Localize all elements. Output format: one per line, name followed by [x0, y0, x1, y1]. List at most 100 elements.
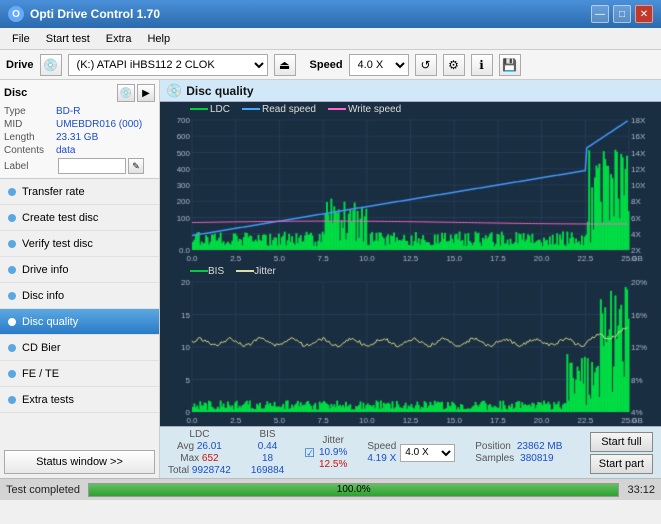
ldc-total: Total 9928742 — [168, 465, 231, 476]
nav-create-test-disc[interactable]: Create test disc — [0, 205, 159, 231]
bis-stats: BIS 0.44 18 169884 — [251, 429, 284, 476]
stats-bar: LDC Avg 26.01 Max 652 Total 9928742 BIS … — [160, 426, 661, 478]
nav-extra-tests[interactable]: Extra tests — [0, 387, 159, 413]
position-key: Position — [475, 441, 511, 452]
jitter-checkbox-icon[interactable]: ☑ — [304, 446, 315, 460]
progress-text: 100.0% — [89, 484, 618, 496]
speed-stat-val: 4.19 X — [367, 453, 396, 464]
sidebar: Disc 💿 ▶ Type BD-R MID UMEBDR016 (000) L… — [0, 80, 160, 478]
bottom-chart: BIS Jitter — [160, 264, 661, 426]
time-text: 33:12 — [627, 484, 655, 496]
disc-icon-2[interactable]: ▶ — [137, 84, 155, 102]
nav-dot — [8, 188, 16, 196]
disc-quality-title: Disc quality — [186, 84, 253, 98]
nav-dot — [8, 266, 16, 274]
chart-legend-top: LDC Read speed Write speed — [190, 104, 401, 115]
start-part-button[interactable]: Start part — [590, 454, 653, 474]
nav-verify-test-disc-label: Verify test disc — [22, 238, 93, 250]
nav-cd-bier[interactable]: CD Bier — [0, 335, 159, 361]
disc-icon-1[interactable]: 💿 — [117, 84, 135, 102]
samples-value: 380819 — [520, 453, 553, 464]
drive-select[interactable]: (K:) ATAPI iHBS112 2 CLOK — [68, 54, 268, 76]
maximize-button[interactable]: □ — [613, 5, 631, 23]
nav-disc-quality-label: Disc quality — [22, 316, 78, 328]
window-controls: — □ ✕ — [591, 5, 653, 23]
contents-value: data — [56, 145, 75, 156]
drive-disc-icon: 💿 — [40, 54, 62, 76]
content-area: 💿 Disc quality LDC Read speed Write spee… — [160, 80, 661, 478]
nav-disc-quality[interactable]: Disc quality — [0, 309, 159, 335]
jitter-stats: Jitter 10.9% 12.5% — [319, 435, 347, 470]
top-chart: LDC Read speed Write speed — [160, 102, 661, 264]
nav-transfer-rate[interactable]: Transfer rate — [0, 179, 159, 205]
nav-drive-info-label: Drive info — [22, 264, 68, 276]
disc-panel: Disc 💿 ▶ Type BD-R MID UMEBDR016 (000) L… — [0, 80, 159, 179]
nav-dot — [8, 318, 16, 326]
nav-dot — [8, 214, 16, 222]
drive-toolbar: Drive 💿 (K:) ATAPI iHBS112 2 CLOK ⏏ Spee… — [0, 50, 661, 80]
minimize-button[interactable]: — — [591, 5, 609, 23]
disc-info-icon-btn[interactable]: ℹ — [471, 54, 493, 76]
eject-button[interactable]: ⏏ — [274, 54, 296, 76]
disc-quality-header: 💿 Disc quality — [160, 80, 661, 102]
type-key: Type — [4, 106, 56, 117]
bottom-bar: Test completed 100.0% 33:12 — [0, 478, 661, 500]
nav-fe-te-label: FE / TE — [22, 368, 59, 380]
nav-drive-info[interactable]: Drive info — [0, 257, 159, 283]
charts-container: LDC Read speed Write speed BIS Jitter — [160, 102, 661, 426]
bis-avg: 0.44 — [251, 441, 284, 452]
ldc-max: Max 652 — [168, 453, 231, 464]
app-icon: O — [8, 6, 24, 22]
chart-legend-bottom: BIS Jitter — [190, 266, 276, 277]
jitter-avg: 10.9% — [319, 447, 347, 458]
speed-stat-label: Speed — [367, 441, 396, 452]
disc-title: Disc — [4, 87, 27, 99]
close-button[interactable]: ✕ — [635, 5, 653, 23]
ldc-avg: Avg 26.01 — [168, 441, 231, 452]
nav-create-test-disc-label: Create test disc — [22, 212, 98, 224]
jitter-max: 12.5% — [319, 459, 347, 470]
jitter-section: ☑ Jitter 10.9% 12.5% — [304, 435, 347, 470]
label-input[interactable] — [58, 158, 126, 174]
nav-dot — [8, 370, 16, 378]
ldc-stats: LDC Avg 26.01 Max 652 Total 9928742 — [168, 429, 231, 476]
length-key: Length — [4, 132, 56, 143]
nav-disc-info[interactable]: Disc info — [0, 283, 159, 309]
length-value: 23.31 GB — [56, 132, 98, 143]
bis-header: BIS — [251, 429, 284, 440]
settings-button[interactable]: ⚙ — [443, 54, 465, 76]
menu-extra[interactable]: Extra — [98, 31, 140, 47]
status-text: Test completed — [6, 484, 80, 496]
speed-label: Speed — [310, 59, 343, 71]
label-edit-button[interactable]: ✎ — [128, 158, 144, 174]
start-full-button[interactable]: Start full — [590, 432, 653, 452]
save-button[interactable]: 💾 — [499, 54, 521, 76]
speed-section: Speed 4.19 X 4.0 X — [367, 441, 455, 464]
menu-bar: File Start test Extra Help — [0, 28, 661, 50]
refresh-button[interactable]: ↺ — [415, 54, 437, 76]
bottom-chart-canvas — [160, 264, 661, 426]
nav-transfer-rate-label: Transfer rate — [22, 186, 85, 198]
nav-fe-te[interactable]: FE / TE — [0, 361, 159, 387]
bis-total: 169884 — [251, 465, 284, 476]
nav-disc-info-label: Disc info — [22, 290, 64, 302]
menu-help[interactable]: Help — [139, 31, 178, 47]
menu-file[interactable]: File — [4, 31, 38, 47]
status-window-button[interactable]: Status window >> — [4, 450, 155, 474]
speed-stat-select[interactable]: 4.0 X — [400, 444, 455, 462]
contents-key: Contents — [4, 145, 56, 156]
label-key: Label — [4, 161, 56, 172]
title-bar: O Opti Drive Control 1.70 — □ ✕ — [0, 0, 661, 28]
menu-start-test[interactable]: Start test — [38, 31, 98, 47]
nav-dot — [8, 396, 16, 404]
position-value: 23862 MB — [517, 441, 563, 452]
nav-dot — [8, 344, 16, 352]
bis-max: 18 — [251, 453, 284, 464]
nav-verify-test-disc[interactable]: Verify test disc — [0, 231, 159, 257]
nav-items: Transfer rate Create test disc Verify te… — [0, 179, 159, 446]
type-value: BD-R — [56, 106, 80, 117]
speed-select[interactable]: 4.0 X — [349, 54, 409, 76]
nav-cd-bier-label: CD Bier — [22, 342, 61, 354]
position-section: Position 23862 MB Samples 380819 — [475, 441, 562, 464]
nav-dot — [8, 240, 16, 248]
